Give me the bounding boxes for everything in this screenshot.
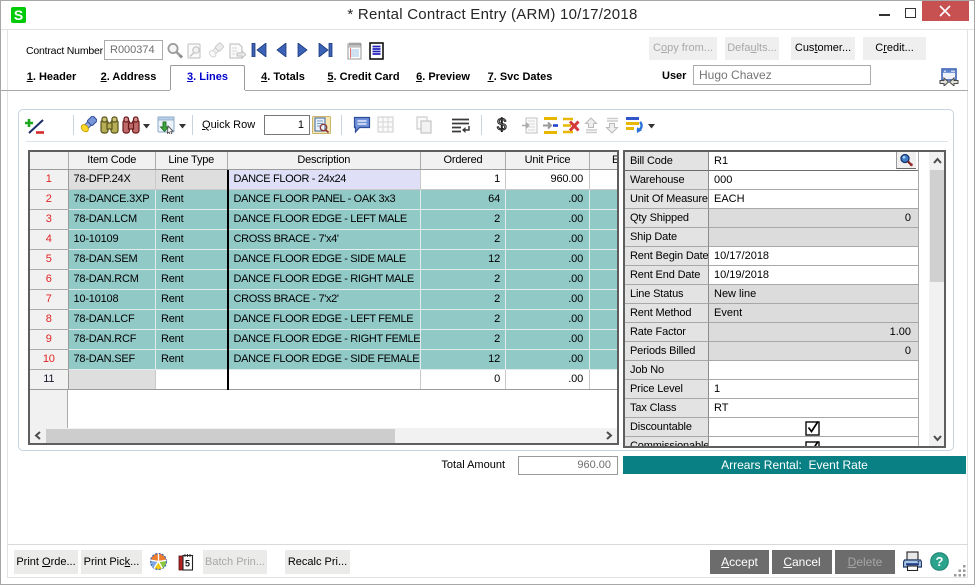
svg-text:5: 5 — [185, 559, 190, 569]
svg-text:?: ? — [936, 554, 944, 569]
